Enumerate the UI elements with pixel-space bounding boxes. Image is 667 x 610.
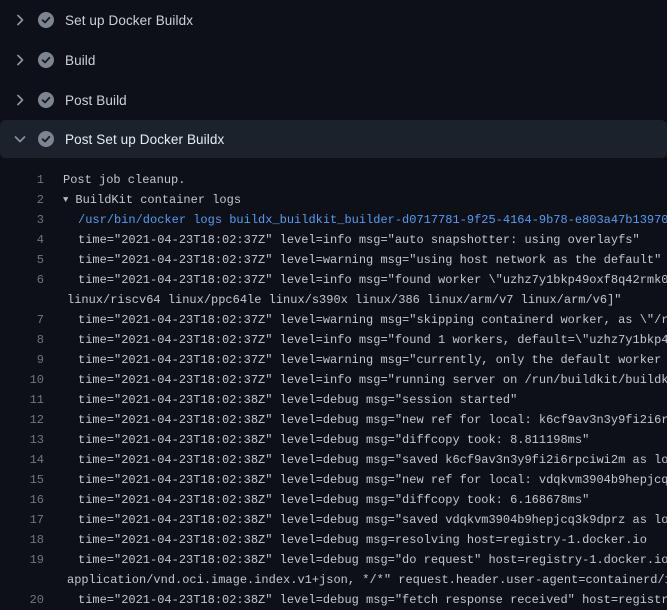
group-header-text[interactable]: ▼BuildKit container logs: [63, 190, 241, 210]
log-text: time="2021-04-23T18:02:37Z" level=info m…: [78, 270, 667, 290]
steps-list: Set up Docker Buildx Build Post Buil: [0, 0, 667, 158]
log-text: time="2021-04-23T18:02:38Z" level=debug …: [78, 550, 667, 570]
line-number[interactable]: 16: [0, 490, 44, 510]
command-text: /usr/bin/docker logs buildx_buildkit_bui…: [78, 210, 667, 230]
check-circle-icon: [38, 52, 54, 68]
log-text: time="2021-04-23T18:02:37Z" level=info m…: [78, 370, 667, 390]
line-number[interactable]: 18: [0, 530, 44, 550]
line-number[interactable]: 12: [0, 410, 44, 430]
log-line: 15 time="2021-04-23T18:02:38Z" level=deb…: [0, 470, 667, 490]
line-number[interactable]: 5: [0, 250, 44, 270]
line-number: [0, 570, 44, 590]
log-text: time="2021-04-23T18:02:38Z" level=debug …: [78, 490, 589, 510]
log-line: application/vnd.oci.image.index.v1+json,…: [0, 570, 667, 590]
check-circle-icon: [38, 92, 54, 108]
log-text: time="2021-04-23T18:02:38Z" level=debug …: [78, 530, 647, 550]
log-text: application/vnd.oci.image.index.v1+json,…: [67, 570, 667, 590]
log-line: 3 /usr/bin/docker logs buildx_buildkit_b…: [0, 210, 667, 230]
log-text: time="2021-04-23T18:02:38Z" level=debug …: [78, 430, 589, 450]
log-line: 10 time="2021-04-23T18:02:37Z" level=inf…: [0, 370, 667, 390]
log-line: 19 time="2021-04-23T18:02:38Z" level=deb…: [0, 550, 667, 570]
step-row-build[interactable]: Build: [0, 40, 667, 80]
log-line: 18 time="2021-04-23T18:02:38Z" level=deb…: [0, 530, 667, 550]
line-number[interactable]: 7: [0, 310, 44, 330]
log-text: Post job cleanup.: [63, 170, 185, 190]
log-line: 1 Post job cleanup.: [0, 170, 667, 190]
chevron-right-icon: [12, 12, 28, 28]
log-text: time="2021-04-23T18:02:37Z" level=warnin…: [78, 310, 667, 330]
log-text: time="2021-04-23T18:02:38Z" level=debug …: [78, 510, 667, 530]
step-label: Set up Docker Buildx: [65, 13, 193, 28]
log-text: time="2021-04-23T18:02:38Z" level=debug …: [78, 390, 517, 410]
line-number[interactable]: 8: [0, 330, 44, 350]
line-number[interactable]: 2: [0, 190, 44, 210]
step-label: Post Build: [65, 93, 127, 108]
step-row-set-up-docker-buildx[interactable]: Set up Docker Buildx: [0, 0, 667, 40]
line-number[interactable]: 10: [0, 370, 44, 390]
log-line: 13 time="2021-04-23T18:02:38Z" level=deb…: [0, 430, 667, 450]
log-text: time="2021-04-23T18:02:38Z" level=debug …: [78, 410, 667, 430]
line-number[interactable]: 9: [0, 350, 44, 370]
group-toggle-icon[interactable]: ▼: [63, 190, 68, 210]
log-text: time="2021-04-23T18:02:37Z" level=info m…: [78, 330, 667, 350]
log-line: 6 time="2021-04-23T18:02:37Z" level=info…: [0, 270, 667, 290]
log-text: time="2021-04-23T18:02:38Z" level=debug …: [78, 590, 667, 610]
chevron-right-icon: [12, 52, 28, 68]
check-circle-icon: [38, 131, 54, 147]
line-number[interactable]: 13: [0, 430, 44, 450]
log-line: 11 time="2021-04-23T18:02:38Z" level=deb…: [0, 390, 667, 410]
line-number[interactable]: 20: [0, 590, 44, 610]
step-row-post-set-up-docker-buildx[interactable]: Post Set up Docker Buildx: [0, 120, 667, 158]
line-number[interactable]: 11: [0, 390, 44, 410]
log-line: 4 time="2021-04-23T18:02:37Z" level=info…: [0, 230, 667, 250]
step-row-post-build[interactable]: Post Build: [0, 80, 667, 120]
log-line: 7 time="2021-04-23T18:02:37Z" level=warn…: [0, 310, 667, 330]
log-line: 9 time="2021-04-23T18:02:37Z" level=warn…: [0, 350, 667, 370]
log-text: time="2021-04-23T18:02:37Z" level=warnin…: [78, 350, 667, 370]
log-line: 5 time="2021-04-23T18:02:37Z" level=warn…: [0, 250, 667, 270]
log-line: linux/riscv64 linux/ppc64le linux/s390x …: [0, 290, 667, 310]
log-line: 17 time="2021-04-23T18:02:38Z" level=deb…: [0, 510, 667, 530]
log-line: 14 time="2021-04-23T18:02:38Z" level=deb…: [0, 450, 667, 470]
log-viewer: 1 Post job cleanup. 2 ▼BuildKit containe…: [0, 158, 667, 610]
log-line: 8 time="2021-04-23T18:02:37Z" level=info…: [0, 330, 667, 350]
log-line: 16 time="2021-04-23T18:02:38Z" level=deb…: [0, 490, 667, 510]
line-number[interactable]: 14: [0, 450, 44, 470]
line-number: [0, 290, 44, 310]
step-label: Post Set up Docker Buildx: [65, 132, 224, 147]
log-line: 2 ▼BuildKit container logs: [0, 190, 667, 210]
chevron-right-icon: [12, 92, 28, 108]
line-number[interactable]: 17: [0, 510, 44, 530]
line-number[interactable]: 6: [0, 270, 44, 290]
log-line: 12 time="2021-04-23T18:02:38Z" level=deb…: [0, 410, 667, 430]
log-line: 20 time="2021-04-23T18:02:38Z" level=deb…: [0, 590, 667, 610]
check-circle-icon: [38, 12, 54, 28]
log-text: linux/riscv64 linux/ppc64le linux/s390x …: [67, 290, 622, 310]
log-text: time="2021-04-23T18:02:38Z" level=debug …: [78, 450, 667, 470]
line-number[interactable]: 15: [0, 470, 44, 490]
log-text: time="2021-04-23T18:02:38Z" level=debug …: [78, 470, 667, 490]
step-label: Build: [65, 53, 96, 68]
chevron-down-icon: [12, 131, 28, 147]
log-text: time="2021-04-23T18:02:37Z" level=warnin…: [78, 250, 661, 270]
line-number[interactable]: 19: [0, 550, 44, 570]
line-number[interactable]: 3: [0, 210, 44, 230]
line-number[interactable]: 1: [0, 170, 44, 190]
log-text: time="2021-04-23T18:02:37Z" level=info m…: [78, 230, 640, 250]
line-number[interactable]: 4: [0, 230, 44, 250]
